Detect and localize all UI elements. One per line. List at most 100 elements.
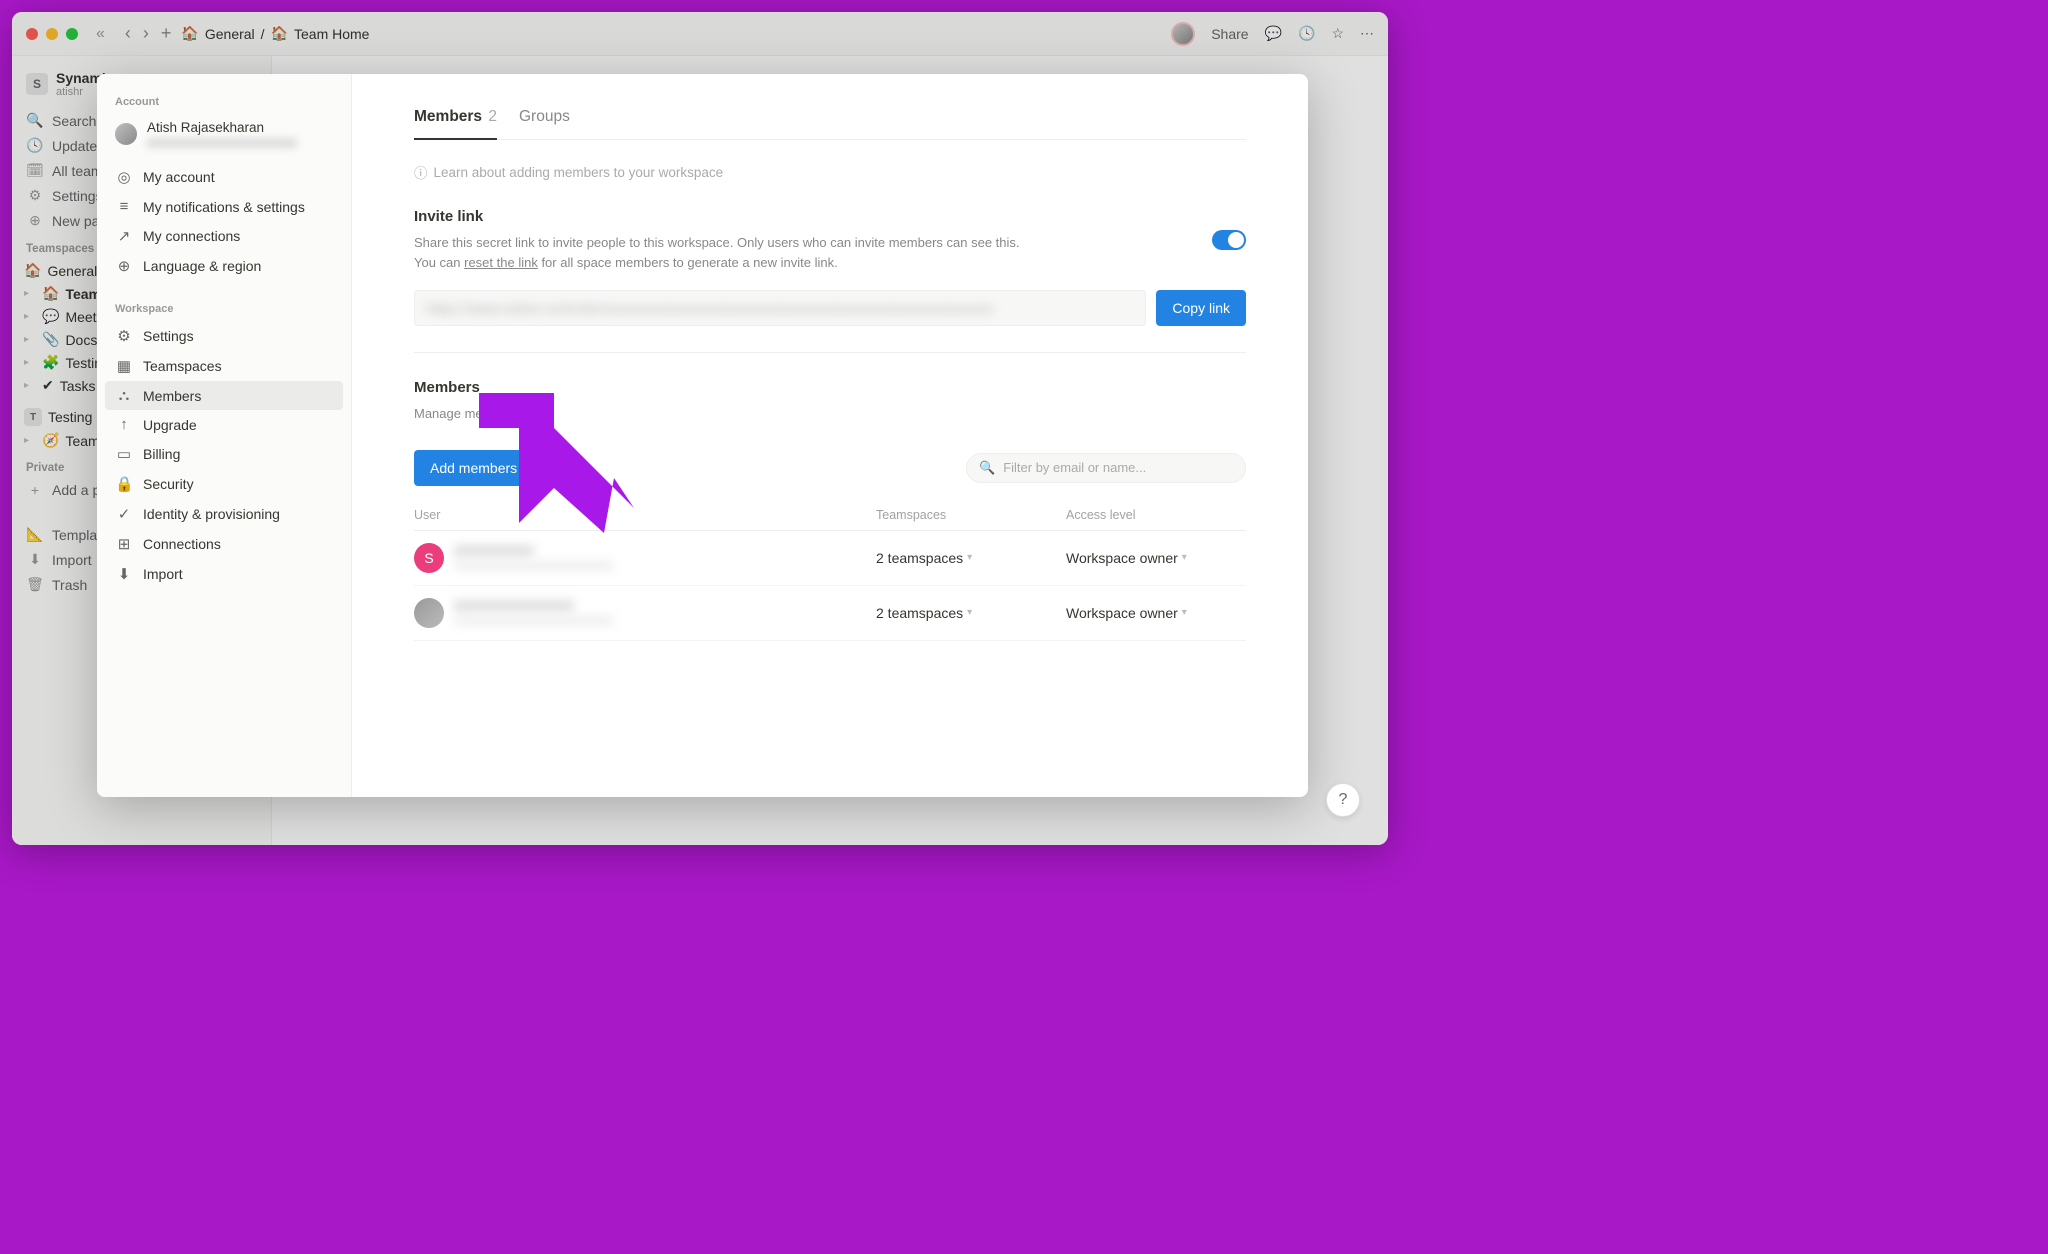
globe-icon: ⊕: [115, 257, 133, 275]
download-icon: ⬇: [26, 551, 44, 568]
user-avatar: [115, 123, 137, 145]
shield-icon: ✓: [115, 505, 133, 523]
compass-icon: 🧭: [42, 432, 59, 449]
share-button[interactable]: Share: [1211, 26, 1248, 42]
col-teamspaces: Teamspaces: [876, 508, 1066, 522]
plus-circle-icon: ⊕: [26, 212, 44, 229]
user-avatar: [414, 598, 444, 628]
sidebar-item-language[interactable]: ⊕Language & region: [105, 251, 343, 281]
search-icon: 🔍: [979, 460, 995, 476]
home-icon: 🏠: [24, 262, 41, 279]
star-icon[interactable]: ☆: [1331, 25, 1344, 42]
user-name-blurred: [454, 600, 574, 612]
sidebar-item-my-connections[interactable]: ↗My connections: [105, 221, 343, 251]
breadcrumb[interactable]: 🏠 General / 🏠 Team Home: [181, 25, 369, 42]
tab-members[interactable]: Members 2: [414, 102, 497, 140]
clock-icon: 🕓: [26, 137, 44, 154]
gear-icon: ⚙: [26, 187, 44, 204]
more-icon[interactable]: ⋯: [1360, 25, 1374, 42]
user-name: Atish Rajasekharan: [147, 120, 297, 135]
avatar[interactable]: [1171, 22, 1195, 46]
user-name-blurred: [454, 545, 534, 557]
chevron-down-icon: ▾: [967, 552, 972, 563]
people-icon: ⛬: [115, 387, 133, 404]
access-dropdown[interactable]: Workspace owner▾: [1066, 605, 1246, 621]
sidebar-user[interactable]: Atish Rajasekharan: [105, 114, 343, 162]
table-row[interactable]: S 2 teamspaces▾ Workspace owner▾: [414, 531, 1246, 586]
lock-icon: 🔒: [115, 475, 133, 493]
grid-icon: ⊞: [115, 535, 133, 553]
col-access: Access level: [1066, 508, 1246, 522]
settings-sidebar: Account Atish Rajasekharan ◎My account ≡…: [97, 74, 352, 797]
chevron-down-icon: ▾: [967, 607, 972, 618]
home-icon: 🏠: [271, 25, 288, 42]
templates-icon: 📐: [26, 526, 44, 543]
info-banner[interactable]: ⓘLearn about adding members to your work…: [414, 162, 1246, 182]
home-icon: 🏠: [181, 25, 198, 42]
invite-link-title: Invite link: [414, 208, 1034, 225]
sidebar-item-identity[interactable]: ✓Identity & provisioning: [105, 499, 343, 529]
maximize-window-icon[interactable]: [66, 28, 78, 40]
trash-icon: 🗑: [26, 576, 44, 593]
crumb-sep: /: [261, 26, 265, 42]
sidebar-item-members[interactable]: ⛬Members: [105, 381, 343, 410]
check-icon: ✔: [42, 377, 54, 394]
sidebar-item-connections[interactable]: ⊞Connections: [105, 529, 343, 559]
members-count: 2: [488, 108, 497, 125]
sidebar-item-notifications[interactable]: ≡My notifications & settings: [105, 192, 343, 221]
user-email-blurred: [454, 616, 614, 625]
user-avatar: S: [414, 543, 444, 573]
account-icon: ◎: [115, 168, 133, 186]
sidebar-header-account: Account: [105, 90, 343, 114]
invite-link-toggle[interactable]: [1212, 230, 1246, 250]
sidebar-item-billing[interactable]: ▭Billing: [105, 439, 343, 469]
grid-icon: 🗓: [26, 162, 44, 179]
teamspaces-dropdown[interactable]: 2 teamspaces▾: [876, 550, 1066, 566]
search-icon: 🔍: [26, 112, 44, 129]
filter-input[interactable]: 🔍Filter by email or name...: [966, 453, 1246, 483]
crumb-general[interactable]: General: [205, 26, 255, 42]
home-icon: 🏠: [42, 285, 59, 302]
close-window-icon[interactable]: [26, 28, 38, 40]
window-controls: [26, 28, 78, 40]
members-table: User Teamspaces Access level S 2 teamspa…: [414, 500, 1246, 641]
gear-icon: ⚙: [115, 327, 133, 345]
comments-icon[interactable]: 💬: [1265, 25, 1282, 42]
access-dropdown[interactable]: Workspace owner▾: [1066, 550, 1246, 566]
info-icon: ⓘ: [414, 162, 428, 182]
table-row[interactable]: 2 teamspaces▾ Workspace owner▾: [414, 586, 1246, 641]
updates-icon[interactable]: 🕓: [1298, 25, 1315, 42]
help-button[interactable]: ?: [1326, 783, 1360, 817]
nav-forward-icon[interactable]: ›: [137, 23, 155, 44]
sidebar-item-upgrade[interactable]: ↑Upgrade: [105, 410, 343, 439]
chat-icon: 💬: [42, 308, 59, 325]
user-email-blurred: [454, 561, 614, 570]
reset-link[interactable]: reset the link: [464, 255, 538, 270]
col-user: User: [414, 508, 876, 522]
settings-content: Members 2 Groups ⓘLearn about adding mem…: [352, 74, 1308, 797]
nav-back-icon[interactable]: ‹: [119, 23, 137, 44]
invite-link-field[interactable]: https://www.notion.so/invite/xxxxxxxxxxx…: [414, 290, 1146, 326]
new-tab-icon[interactable]: +: [155, 23, 178, 44]
sidebar-item-teamspaces[interactable]: ▦Teamspaces: [105, 351, 343, 381]
titlebar: « ‹ › + 🏠 General / 🏠 Team Home Share 💬 …: [12, 12, 1388, 56]
minimize-window-icon[interactable]: [46, 28, 58, 40]
sidebar-item-security[interactable]: 🔒Security: [105, 469, 343, 499]
copy-link-button[interactable]: Copy link: [1156, 290, 1246, 326]
teamspaces-dropdown[interactable]: 2 teamspaces▾: [876, 605, 1066, 621]
clip-icon: 📎: [42, 331, 59, 348]
plus-icon: +: [26, 482, 44, 498]
user-email-blurred: [147, 138, 297, 148]
add-members-button[interactable]: Add members: [414, 450, 533, 486]
sidebar-item-import[interactable]: ⬇Import: [105, 559, 343, 589]
crumb-team-home[interactable]: Team Home: [294, 26, 369, 42]
sidebar-item-my-account[interactable]: ◎My account: [105, 162, 343, 192]
chevron-down-icon: ▾: [1182, 552, 1187, 563]
tab-groups[interactable]: Groups: [519, 102, 570, 139]
chevron-right-icon: ▸: [24, 288, 36, 299]
sidebar-item-settings[interactable]: ⚙Settings: [105, 321, 343, 351]
teamspace-badge: T: [24, 408, 42, 426]
settings-modal: Account Atish Rajasekharan ◎My account ≡…: [97, 74, 1308, 797]
collapse-sidebar-icon[interactable]: «: [96, 25, 105, 43]
arrow-out-icon: ↗: [115, 227, 133, 245]
